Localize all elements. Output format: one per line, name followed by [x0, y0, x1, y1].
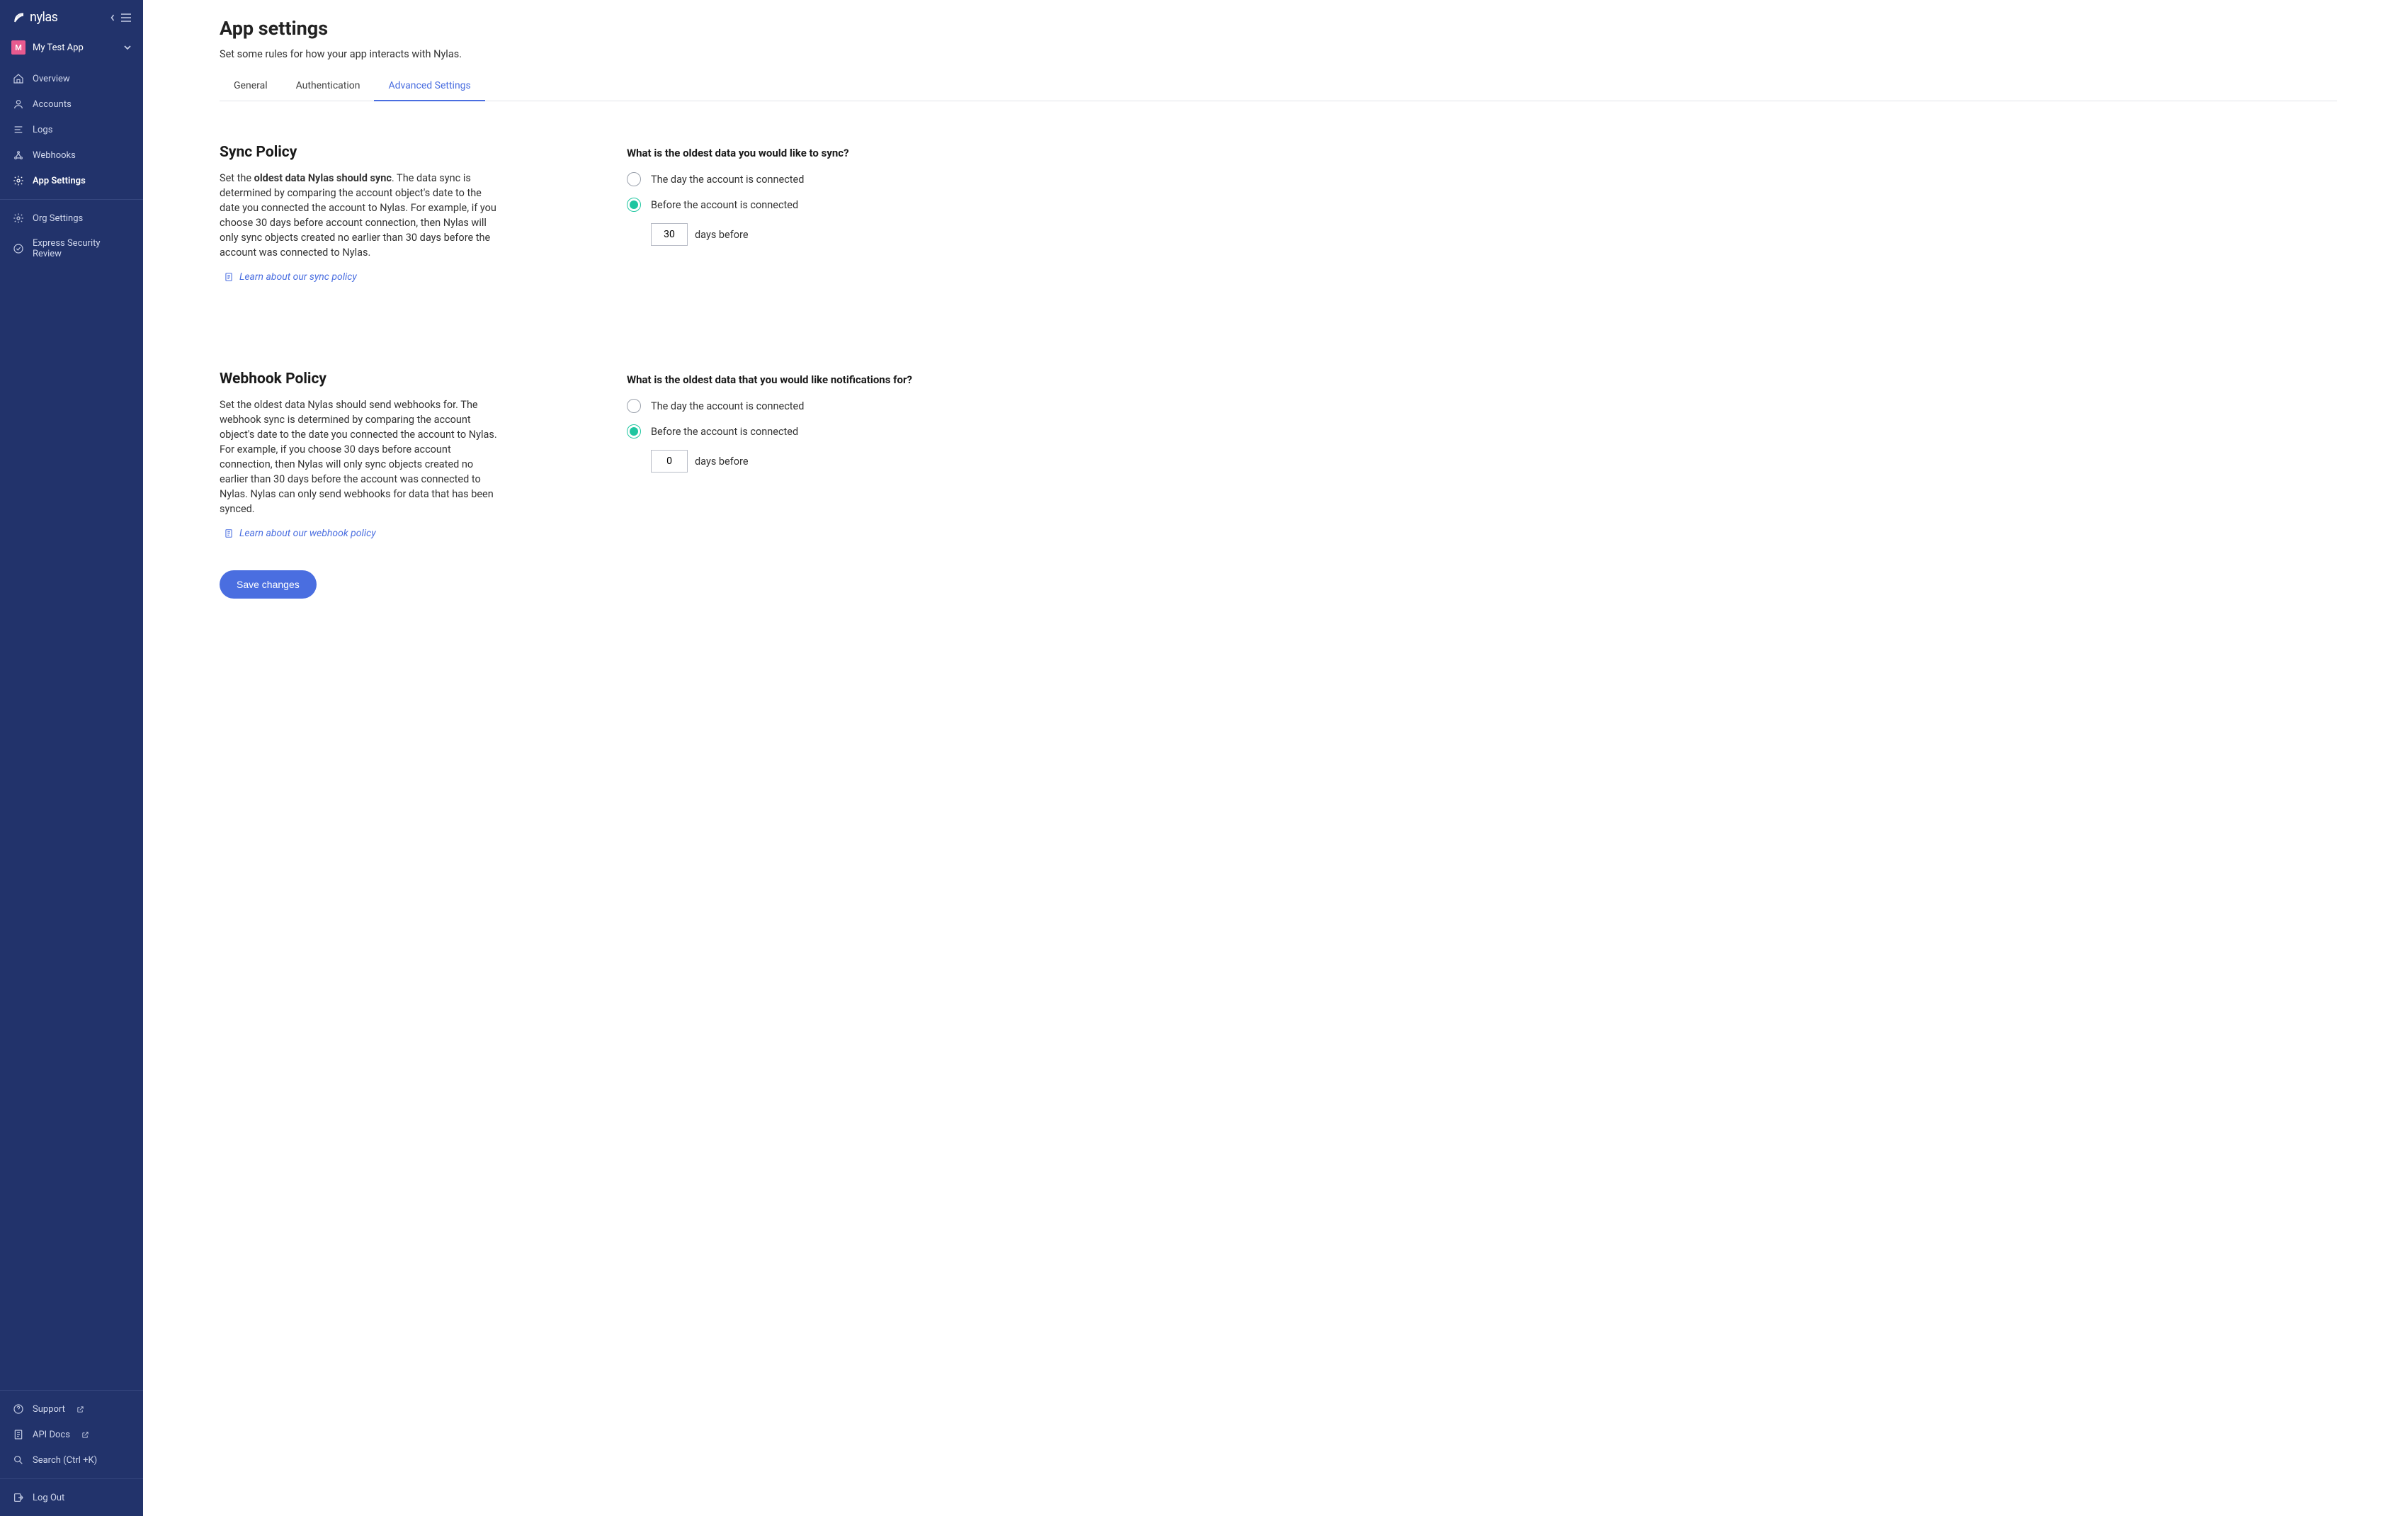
- sync-description: Set the oldest data Nylas should sync. T…: [220, 171, 499, 260]
- radio-label: Before the account is connected: [651, 199, 798, 211]
- sidebar-collapse-controls: [110, 13, 132, 22]
- radio-icon: [627, 198, 641, 212]
- tab-authentication[interactable]: Authentication: [282, 73, 375, 101]
- sidebar-item-label: App Settings: [33, 176, 86, 186]
- sync-policy-section: Sync Policy Set the oldest data Nylas sh…: [220, 144, 2337, 285]
- gear-icon: [13, 175, 24, 186]
- sync-days-row: days before: [651, 223, 2337, 246]
- webhook-option-connected-day[interactable]: The day the account is connected: [627, 399, 2337, 413]
- gear-icon: [13, 213, 24, 224]
- webhook-days-input[interactable]: [651, 450, 688, 473]
- logout-icon: [13, 1492, 24, 1503]
- webhook-icon: [13, 149, 24, 161]
- sidebar-item-org-settings[interactable]: Org Settings: [0, 205, 143, 231]
- sync-question: What is the oldest data you would like t…: [627, 147, 2337, 159]
- sync-days-input[interactable]: [651, 223, 688, 246]
- shield-check-icon: [13, 243, 24, 254]
- sidebar-item-label: Org Settings: [33, 213, 83, 224]
- user-icon: [13, 98, 24, 110]
- brand-shell-icon: [13, 11, 25, 24]
- sync-days-suffix: days before: [695, 229, 749, 241]
- search-icon: [13, 1454, 24, 1466]
- help-icon: [13, 1403, 24, 1415]
- document-icon: [224, 271, 234, 283]
- menu-icon[interactable]: [120, 13, 132, 22]
- sidebar-item-logs[interactable]: Logs: [0, 117, 143, 142]
- save-changes-button[interactable]: Save changes: [220, 570, 317, 599]
- app-switcher[interactable]: M My Test App: [0, 35, 143, 60]
- webhook-learn-label: Learn about our webhook policy: [239, 528, 376, 539]
- sync-learn-label: Learn about our sync policy: [239, 271, 357, 283]
- sidebar-item-logout[interactable]: Log Out: [0, 1485, 143, 1510]
- radio-label: The day the account is connected: [651, 174, 804, 186]
- webhook-learn-link[interactable]: Learn about our webhook policy: [224, 528, 376, 539]
- sidebar-item-label: Support: [33, 1404, 65, 1415]
- sync-option-before-connected[interactable]: Before the account is connected: [627, 198, 2337, 212]
- radio-icon: [627, 424, 641, 439]
- webhook-title: Webhook Policy: [220, 370, 499, 388]
- nav-footer: Support API Docs Search (Ctrl +K): [0, 1391, 143, 1478]
- sidebar: nylas M My Test App Overview: [0, 0, 143, 1516]
- sidebar-item-accounts[interactable]: Accounts: [0, 91, 143, 117]
- document-icon: [224, 528, 234, 539]
- nav-primary: Overview Accounts Logs Webhooks: [0, 60, 143, 199]
- page-title: App settings: [220, 17, 2337, 40]
- brand-logo[interactable]: nylas: [13, 10, 57, 25]
- nav-logout: Log Out: [0, 1479, 143, 1516]
- webhook-question: What is the oldest data that you would l…: [627, 373, 2337, 386]
- chevron-left-icon[interactable]: [110, 14, 115, 21]
- logs-icon: [13, 124, 24, 135]
- external-link-icon: [81, 1431, 89, 1439]
- sidebar-item-label: Search (Ctrl +K): [33, 1455, 97, 1466]
- webhook-option-before-connected[interactable]: Before the account is connected: [627, 424, 2337, 439]
- radio-icon: [627, 172, 641, 186]
- external-link-icon: [76, 1405, 84, 1413]
- webhook-days-row: days before: [651, 450, 2337, 473]
- sidebar-item-label: API Docs: [33, 1430, 70, 1440]
- sidebar-item-support[interactable]: Support: [0, 1396, 143, 1422]
- chevron-down-icon: [123, 45, 132, 50]
- app-switcher-name: My Test App: [33, 43, 116, 53]
- radio-icon: [627, 399, 641, 413]
- webhook-description: Set the oldest data Nylas should send we…: [220, 397, 499, 516]
- document-icon: [13, 1429, 24, 1440]
- radio-label: Before the account is connected: [651, 426, 798, 438]
- app-avatar: M: [11, 40, 25, 55]
- page-subtitle: Set some rules for how your app interact…: [220, 48, 2337, 60]
- sidebar-item-express-security[interactable]: Express Security Review: [0, 231, 143, 266]
- sidebar-item-label: Log Out: [33, 1493, 64, 1503]
- sidebar-item-label: Express Security Review: [33, 238, 130, 259]
- sidebar-header: nylas: [0, 0, 143, 35]
- sidebar-item-webhooks[interactable]: Webhooks: [0, 142, 143, 168]
- sync-learn-link[interactable]: Learn about our sync policy: [224, 271, 357, 283]
- sidebar-item-label: Logs: [33, 125, 52, 135]
- radio-label: The day the account is connected: [651, 400, 804, 412]
- sidebar-item-overview[interactable]: Overview: [0, 66, 143, 91]
- webhook-days-suffix: days before: [695, 456, 749, 468]
- tabs: General Authentication Advanced Settings: [220, 73, 2337, 101]
- sidebar-item-search[interactable]: Search (Ctrl +K): [0, 1447, 143, 1473]
- sync-option-connected-day[interactable]: The day the account is connected: [627, 172, 2337, 186]
- tab-general[interactable]: General: [220, 73, 282, 101]
- sidebar-item-label: Overview: [33, 74, 70, 84]
- brand-text: nylas: [30, 10, 57, 25]
- home-icon: [13, 73, 24, 84]
- nav-secondary: Org Settings Express Security Review: [0, 200, 143, 272]
- sidebar-item-app-settings[interactable]: App Settings: [0, 168, 143, 193]
- sync-title: Sync Policy: [220, 144, 499, 161]
- sidebar-item-label: Webhooks: [33, 150, 76, 161]
- tab-advanced-settings[interactable]: Advanced Settings: [374, 73, 484, 101]
- webhook-policy-section: Webhook Policy Set the oldest data Nylas…: [220, 370, 2337, 542]
- main-content: App settings Set some rules for how your…: [143, 0, 2408, 1516]
- sidebar-item-api-docs[interactable]: API Docs: [0, 1422, 143, 1447]
- sidebar-item-label: Accounts: [33, 99, 72, 110]
